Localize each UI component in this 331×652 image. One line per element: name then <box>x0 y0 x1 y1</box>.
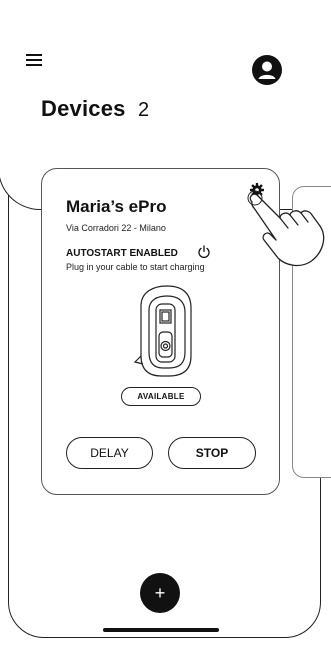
power-icon <box>197 245 211 259</box>
add-device-button[interactable]: + <box>140 573 180 613</box>
device-count: 2 <box>138 99 150 121</box>
next-device-card[interactable] <box>292 186 331 478</box>
device-name: Maria’s ePro <box>66 197 167 216</box>
status-badge: AVAILABLE <box>121 387 201 406</box>
device-address: Via Corradori 22 - Milano <box>66 223 166 233</box>
hamburger-menu-icon[interactable] <box>26 54 42 66</box>
charger-illustration <box>129 284 201 384</box>
autostart-status: AUTOSTART ENABLED <box>66 248 178 259</box>
device-card[interactable]: Maria’s ePro Via Corradori 22 - Milano A <box>41 168 280 495</box>
app-screen: Devices 2 Maria’s ePro Via Corradori 22 … <box>0 0 331 652</box>
stop-button[interactable]: STOP <box>168 437 256 469</box>
gear-icon[interactable] <box>250 183 264 197</box>
page-title: Devices <box>41 96 126 121</box>
home-indicator <box>103 628 219 632</box>
user-avatar-icon[interactable] <box>252 55 282 85</box>
delay-button[interactable]: DELAY <box>66 437 153 469</box>
autostart-hint: Plug in your cable to start charging <box>66 262 205 272</box>
